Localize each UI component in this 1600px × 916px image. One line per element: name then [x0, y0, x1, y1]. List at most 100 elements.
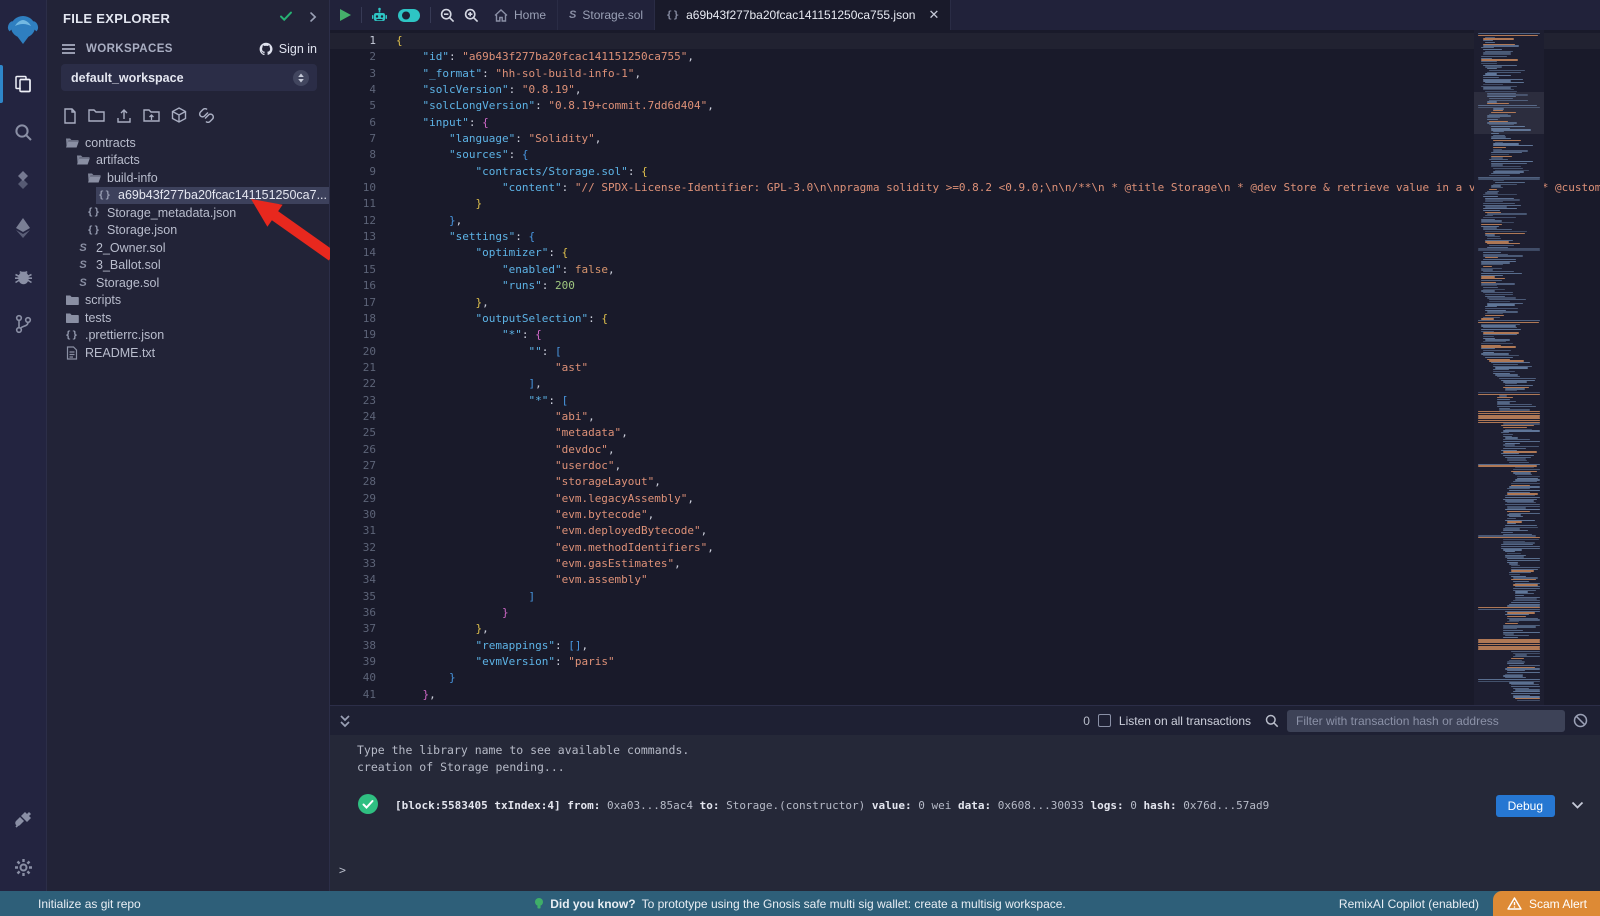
code-line-24: "abi",	[396, 409, 1600, 425]
json-icon: {}	[65, 330, 79, 341]
cube-icon[interactable]	[171, 107, 187, 124]
tree-item-scripts[interactable]: scripts	[47, 292, 329, 310]
git-icon	[15, 314, 32, 334]
tree-item-readme-txt[interactable]: README.txt	[47, 344, 329, 362]
workspace-name: default_workspace	[71, 71, 293, 85]
tree-item-label: artifacts	[96, 153, 140, 167]
tree-item-a69b43f277ba20fcac141151250ca7-[interactable]: {}a69b43f277ba20fcac141151250ca7...	[47, 187, 329, 205]
workspace-select[interactable]: default_workspace	[61, 64, 317, 91]
code-line-29: "evm.legacyAssembly",	[396, 491, 1600, 507]
sidebar-settings[interactable]	[0, 843, 47, 891]
clear-console-icon[interactable]	[1573, 713, 1588, 728]
tab-storage-sol[interactable]: SStorage.sol	[558, 0, 655, 30]
debugger-icon	[14, 267, 33, 286]
terminal-collapse-icon[interactable]	[339, 714, 351, 728]
tree-item-label: tests	[85, 311, 111, 325]
debug-button[interactable]: Debug	[1496, 795, 1555, 817]
sidebar-file-explorer[interactable]	[0, 60, 47, 108]
terminal-prompt[interactable]: >	[339, 863, 346, 877]
sidebar-search[interactable]	[0, 108, 47, 156]
upload-file-icon[interactable]	[116, 108, 132, 124]
json-icon: {}	[87, 207, 101, 218]
zoom-out-icon[interactable]	[440, 8, 455, 23]
sidebar-deploy-run[interactable]	[0, 204, 47, 252]
code-line-13: "settings": {	[396, 229, 1600, 245]
tree-item-label: README.txt	[85, 346, 155, 360]
link-icon[interactable]	[198, 108, 215, 123]
tree-item-2-owner-sol[interactable]: S2_Owner.sol	[47, 239, 329, 257]
code-line-35: ]	[396, 589, 1600, 605]
tx-success-icon	[357, 793, 379, 818]
code-line-34: "evm.assembly"	[396, 572, 1600, 588]
tree-item-storage-metadata-json[interactable]: {}Storage_metadata.json	[47, 204, 329, 222]
sidebar-remix-logo[interactable]	[0, 4, 47, 60]
tree-item-storage-json[interactable]: {}Storage.json	[47, 222, 329, 240]
close-tab-icon[interactable]: ✕	[928, 7, 939, 23]
search-icon	[1265, 714, 1279, 728]
json-icon: {}	[87, 225, 101, 236]
json-icon: {}	[666, 10, 680, 21]
remix-ide-window: FILE EXPLORER WORKSPACES Sign in	[0, 0, 1600, 916]
tree-item-artifacts[interactable]: artifacts	[47, 152, 329, 170]
toolbar-divider	[430, 7, 431, 23]
upload-folder-icon[interactable]	[143, 108, 160, 123]
tree-item-label: .prettierrc.json	[85, 328, 164, 342]
statusbar-right: RemixAI Copilot (enabled) Scam Alert	[1339, 891, 1600, 916]
tree-item-contracts[interactable]: contracts	[47, 134, 329, 152]
listen-checkbox[interactable]	[1098, 714, 1111, 727]
tree-item-storage-sol[interactable]: S Storage.sol	[47, 274, 329, 292]
zoom-in-icon[interactable]	[464, 8, 479, 23]
copilot-status[interactable]: RemixAI Copilot (enabled)	[1339, 897, 1479, 911]
sidebar-git[interactable]	[0, 300, 47, 348]
copilot-toggle[interactable]	[397, 8, 421, 23]
chevron-right-icon[interactable]	[307, 10, 319, 28]
remix-logo-icon	[6, 14, 40, 50]
git-init-action[interactable]: Initialize as git repo	[0, 897, 141, 911]
tree-item-label: Storage.sol	[96, 276, 159, 290]
editor-toolbar	[330, 0, 483, 30]
transaction-filter-input[interactable]	[1287, 710, 1565, 732]
sidebar-plugin-manager[interactable]	[0, 795, 47, 843]
scam-alert-button[interactable]: Scam Alert	[1493, 891, 1600, 916]
hamburger-menu-icon[interactable]	[61, 43, 76, 55]
tree-item--prettierrc-json[interactable]: {} .prettierrc.json	[47, 327, 329, 345]
file-actions-toolbar	[47, 99, 329, 130]
terminal-body[interactable]: Type the library name to see available c…	[330, 735, 1600, 891]
warning-icon	[1507, 897, 1522, 910]
settings-icon	[14, 858, 33, 877]
panel-title: FILE EXPLORER	[63, 11, 279, 26]
tree-item-label: a69b43f277ba20fcac141151250ca7...	[118, 188, 327, 202]
workspace-switch-icon[interactable]	[293, 70, 309, 86]
line-numbers: 1234567891011121314151617181920212223242…	[330, 33, 376, 705]
new-file-icon[interactable]	[63, 108, 77, 124]
remixai-robot-icon[interactable]	[371, 7, 388, 24]
new-folder-icon[interactable]	[88, 108, 105, 123]
tx-expand-icon[interactable]	[1571, 799, 1584, 813]
code-editor[interactable]: 1234567891011121314151617181920212223242…	[330, 30, 1600, 705]
code-line-40: }	[396, 670, 1600, 686]
code-line-30: "evm.bytecode",	[396, 507, 1600, 523]
code-line-9: "contracts/Storage.sol": {	[396, 164, 1600, 180]
search-icon	[14, 123, 33, 142]
code-line-28: "storageLayout",	[396, 474, 1600, 490]
minimap[interactable]	[1474, 30, 1544, 705]
activity-bar	[0, 0, 47, 891]
tab-label: Storage.sol	[582, 8, 643, 22]
tab-home[interactable]: Home	[483, 0, 558, 30]
tab-a69b43f277ba20fcac141151250ca755-json[interactable]: {}a69b43f277ba20fcac141151250ca755.json✕	[655, 0, 951, 30]
code-line-26: "devdoc",	[396, 442, 1600, 458]
solidity-icon: S	[76, 259, 90, 271]
main-area: FILE EXPLORER WORKSPACES Sign in	[0, 0, 1600, 891]
tree-item-3-ballot-sol[interactable]: S3_Ballot.sol	[47, 257, 329, 275]
sign-in-button[interactable]: Sign in	[258, 42, 317, 56]
code-line-4: "solcVersion": "0.8.19",	[396, 82, 1600, 98]
tree-item-tests[interactable]: tests	[47, 309, 329, 327]
solidity-icon: S	[76, 277, 90, 289]
run-script-button[interactable]	[338, 8, 352, 22]
tree-item-build-info[interactable]: build-info	[47, 169, 329, 187]
check-icon	[279, 9, 293, 28]
sidebar-solidity-compiler[interactable]	[0, 156, 47, 204]
sidebar-debugger[interactable]	[0, 252, 47, 300]
terminal-log: Type the library name to see available c…	[357, 742, 689, 776]
tab-bar: HomeSStorage.sol{}a69b43f277ba20fcac1411…	[330, 0, 1600, 30]
